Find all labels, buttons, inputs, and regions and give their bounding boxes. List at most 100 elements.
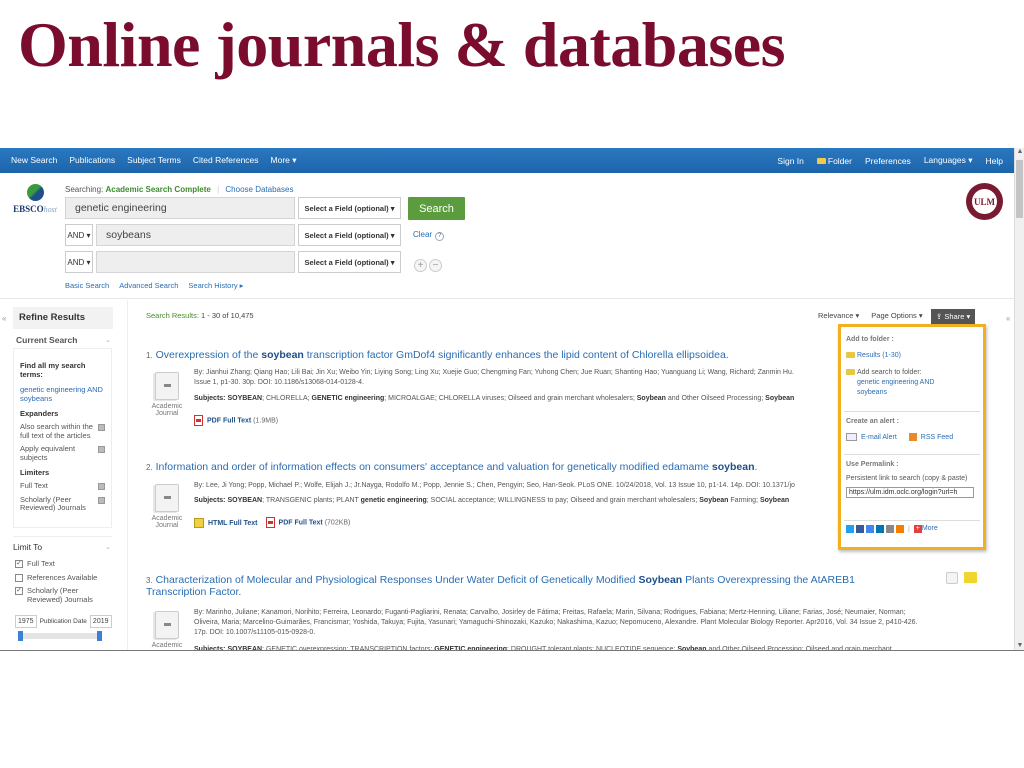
result-title[interactable]: 3. Characterization of Molecular and Phy… <box>146 574 855 598</box>
search-input-2[interactable]: soybeans <box>96 224 295 246</box>
result-title[interactable]: 2. Information and order of information … <box>146 461 757 473</box>
help-icon[interactable]: ? <box>435 232 445 241</box>
add-search-to-folder[interactable]: Add search to folder: genetic engineering… <box>846 368 978 398</box>
find-all-label: Find all my search terms: <box>20 361 86 379</box>
scroll-up-icon[interactable]: ▲ <box>1015 148 1024 155</box>
checkbox-checked-icon[interactable]: ✓ <box>15 560 23 568</box>
limit-references-available[interactable]: References Available <box>15 573 97 583</box>
result-title[interactable]: 1. Overexpression of the soybean transcr… <box>146 349 729 361</box>
email-alert-link[interactable]: E-mail Alert <box>846 433 897 441</box>
slider-handle-to[interactable] <box>97 631 102 641</box>
scroll-down-icon[interactable]: ▼ <box>1015 642 1024 649</box>
rss-feed-link[interactable]: RSS Feed <box>908 433 953 441</box>
ulm-seal-text: ULM <box>971 188 998 215</box>
folder-icon <box>846 352 855 359</box>
collapse-right-icon[interactable]: « <box>1006 314 1010 323</box>
limit-full-text[interactable]: ✓ Full Text <box>15 559 97 569</box>
add-to-folder-icon[interactable] <box>964 572 977 583</box>
search-button[interactable]: Search <box>408 197 465 220</box>
advanced-search-link[interactable]: Advanced Search <box>119 281 178 290</box>
pub-date-to[interactable]: 2019 <box>89 615 112 628</box>
linkedin-icon[interactable] <box>876 525 884 533</box>
full-text-links: HTML Full Text PDF Full Text (702KB) <box>194 517 350 528</box>
twitter-icon[interactable] <box>846 525 854 533</box>
limit-scholarly[interactable]: ✓ Scholarly (Peer Reviewed) Journals <box>15 586 97 604</box>
slider-handle-from[interactable] <box>18 631 23 641</box>
html-full-text-link[interactable]: HTML Full Text <box>194 517 258 528</box>
permalink-field[interactable]: https://ulm.idm.oclc.org/login?url=h <box>846 487 974 498</box>
results-to-folder[interactable]: Results (1-30) <box>846 352 978 359</box>
search-input-1[interactable]: genetic engineering <box>65 197 295 219</box>
result-subjects: Subjects: SOYBEAN; TRANSGENIC plants; PL… <box>194 497 790 504</box>
academic-journal-icon: Academic Journal <box>146 372 188 417</box>
results-label: Search Results: <box>146 311 199 320</box>
slide-title: Online journals & databases <box>18 9 786 80</box>
ebsco-globe-icon <box>26 184 44 201</box>
vertical-scrollbar[interactable]: ▲ ▼ <box>1014 148 1024 650</box>
remove-icon[interactable] <box>98 496 105 504</box>
field-select-3[interactable]: Select a Field (optional) ▾ <box>298 251 401 273</box>
permalink-heading: Use Permalink : <box>846 461 899 468</box>
permalink-desc: Persistent link to search (copy & paste) <box>846 475 968 482</box>
pub-date-from[interactable]: 1975 <box>15 615 37 628</box>
checkbox-unchecked-icon[interactable] <box>15 573 23 582</box>
email-share-icon[interactable] <box>886 525 894 533</box>
preview-icon[interactable] <box>946 572 958 584</box>
pub-date-slider[interactable] <box>18 631 102 641</box>
clear-link[interactable]: Clear? <box>413 230 445 241</box>
search-row-2: AND ▾ soybeans Select a Field (optional)… <box>65 224 401 246</box>
remove-row-icon[interactable]: − <box>429 259 442 272</box>
create-alert-heading: Create an alert : <box>846 418 899 425</box>
bool-select-3[interactable]: AND ▾ <box>65 251 93 273</box>
chevron-down-icon[interactable]: ⌄ <box>105 543 111 551</box>
logo-brand: EBSCO <box>13 204 44 214</box>
nav-sign-in[interactable]: Sign In <box>777 156 803 166</box>
result-item-3: 3. Characterization of Molecular and Phy… <box>146 574 855 598</box>
folder-icon <box>816 158 826 165</box>
nav-publications[interactable]: Publications <box>69 155 115 166</box>
limit-divider <box>13 536 112 537</box>
bool-select-2[interactable]: AND ▾ <box>65 224 93 246</box>
limiter-item: Scholarly (Peer Reviewed) Journals <box>20 495 105 513</box>
choose-databases-link[interactable]: Choose Databases <box>225 185 293 194</box>
remove-icon[interactable] <box>98 446 105 453</box>
facebook-icon[interactable] <box>856 525 864 533</box>
limit-to-heading[interactable]: Limit To <box>13 542 42 552</box>
share-button[interactable]: ⇪ Share ▾ <box>931 309 976 324</box>
nav-languages[interactable]: Languages ▾ <box>924 155 973 166</box>
current-search-heading[interactable]: Current Search <box>16 335 77 345</box>
nav-subject-terms[interactable]: Subject Terms <box>127 155 181 166</box>
more-share-link[interactable]: + More <box>913 525 938 533</box>
field-select-2[interactable]: Select a Field (optional) ▾ <box>298 224 401 246</box>
remove-icon[interactable] <box>98 424 105 431</box>
nav-more[interactable]: More ▾ <box>271 155 297 166</box>
page-options[interactable]: Page Options ▾ <box>871 311 922 320</box>
search-input-3[interactable] <box>96 251 295 273</box>
pdf-full-text-link[interactable]: PDF Full Text (702KB) <box>265 517 350 528</box>
remove-icon[interactable] <box>98 483 105 490</box>
full-text-links: PDF Full Text (1.9MB) <box>194 415 278 426</box>
ulm-seal-logo: ULM <box>966 183 1003 220</box>
search-mode-links: Basic Search Advanced Search Search Hist… <box>65 281 243 290</box>
nav-preferences[interactable]: Preferences <box>865 156 911 166</box>
checkbox-checked-icon[interactable]: ✓ <box>15 587 23 595</box>
result-meta: By: Marinho, Juliane; Kanamori, Norihito… <box>194 609 918 636</box>
collapse-left-icon[interactable]: « <box>2 314 6 323</box>
nav-help[interactable]: Help <box>986 156 1003 166</box>
basic-search-link[interactable]: Basic Search <box>65 281 109 290</box>
pdf-full-text-link[interactable]: PDF Full Text (1.9MB) <box>194 415 278 426</box>
nav-folder[interactable]: Folder <box>816 156 852 166</box>
nav-cited-references[interactable]: Cited References <box>193 155 259 166</box>
search-history-link[interactable]: Search History ▸ <box>188 281 243 290</box>
ebscohost-logo[interactable]: EBSCOhost <box>10 184 60 214</box>
add-row-icon[interactable]: + <box>414 259 427 272</box>
search-terms-link[interactable]: genetic engineering AND soybeans <box>20 385 105 403</box>
field-select-1[interactable]: Select a Field (optional) ▾ <box>298 197 401 219</box>
google-icon[interactable] <box>866 525 874 533</box>
blogger-icon[interactable] <box>896 525 904 533</box>
nav-new-search[interactable]: New Search <box>11 155 57 166</box>
results-range: 1 - 30 of 10,475 <box>201 311 254 320</box>
chevron-down-icon[interactable]: ⌄ <box>105 336 111 344</box>
scrollbar-thumb[interactable] <box>1016 160 1023 218</box>
relevance-sort[interactable]: Relevance ▾ <box>818 311 859 320</box>
